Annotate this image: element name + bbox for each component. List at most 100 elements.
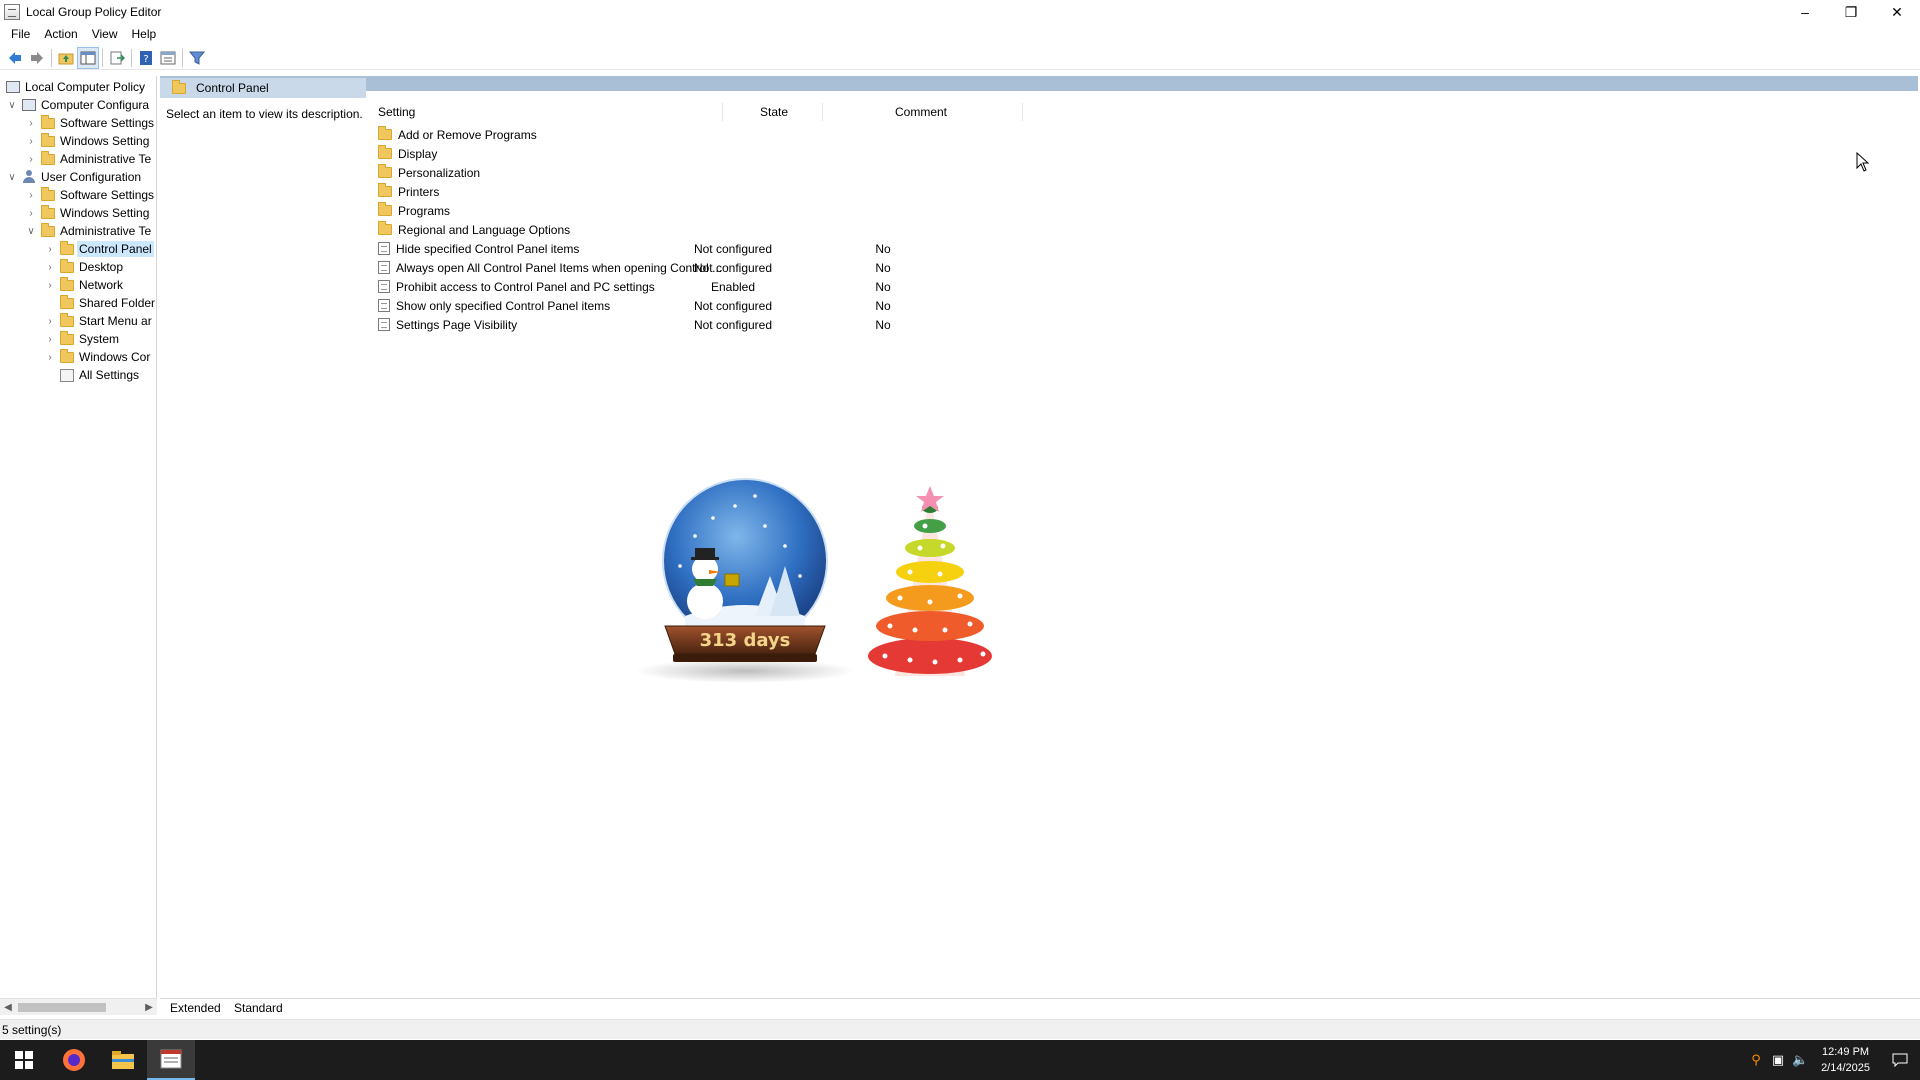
column-header-comment[interactable]: Comment: [895, 103, 947, 121]
tree-horizontal-scrollbar[interactable]: ◀ ▶: [0, 998, 157, 1015]
search-icon[interactable]: ⚲: [1745, 1040, 1767, 1080]
countdown-widget[interactable]: 313 days: [585, 466, 1005, 686]
chevron-right-icon[interactable]: ›: [44, 279, 56, 291]
help-button[interactable]: ?: [135, 47, 157, 69]
minimize-button[interactable]: –: [1782, 0, 1828, 24]
column-header-setting[interactable]: Setting: [378, 103, 415, 121]
list-item-folder[interactable]: Programs: [378, 201, 1178, 220]
policy-state: Not configured: [693, 298, 773, 313]
details-header: Control Panel: [160, 78, 366, 98]
policy-name: Always open All Control Panel Items when…: [396, 260, 723, 275]
list-item-folder[interactable]: Printers: [378, 182, 1178, 201]
chevron-right-icon[interactable]: ›: [44, 351, 56, 363]
policy-row[interactable]: Hide specified Control Panel items Not c…: [378, 239, 1178, 258]
tree-item-computer-configuration[interactable]: ∨ Computer Configura: [6, 96, 149, 114]
item-name: Printers: [398, 184, 440, 199]
chevron-right-icon[interactable]: ›: [25, 207, 37, 219]
tree-label: Computer Configura: [41, 98, 150, 112]
scroll-right-icon[interactable]: ▶: [141, 999, 157, 1016]
tree-item-cc-administrative-templates[interactable]: › Administrative Te: [25, 150, 151, 168]
chevron-right-icon[interactable]: ›: [44, 315, 56, 327]
tree-item-shared-folders[interactable]: Shared Folder: [60, 294, 155, 312]
system-tray: ⚲ ▣ 🔈 12:49 PM 2/14/2025: [1745, 1040, 1920, 1080]
tab-standard[interactable]: Standard: [228, 999, 289, 1016]
console-tree[interactable]: Local Computer Policy ∨ Computer Configu…: [0, 76, 157, 998]
tree-label: User Configuration: [41, 170, 142, 184]
policy-row[interactable]: Settings Page Visibility Not configured …: [378, 315, 1178, 334]
menu-action[interactable]: Action: [37, 24, 84, 44]
chevron-right-icon[interactable]: ›: [44, 261, 56, 273]
scroll-left-icon[interactable]: ◀: [0, 999, 16, 1016]
chevron-right-icon[interactable]: ›: [44, 333, 56, 345]
folder-icon: [60, 330, 74, 345]
export-list-button[interactable]: [106, 47, 128, 69]
menu-view[interactable]: View: [85, 24, 125, 44]
tree-item-all-settings[interactable]: All Settings: [60, 366, 139, 384]
scroll-thumb[interactable]: [18, 1003, 106, 1012]
chevron-right-icon[interactable]: ›: [25, 117, 37, 129]
tree-item-start-menu[interactable]: › Start Menu ar: [44, 312, 152, 330]
item-name: Programs: [398, 203, 451, 218]
close-button[interactable]: ✕: [1874, 0, 1920, 24]
properties-button[interactable]: [157, 47, 179, 69]
tree-item-uc-software-settings[interactable]: › Software Settings: [25, 186, 154, 204]
column-header-state[interactable]: State: [760, 103, 788, 121]
show-hide-console-tree-button[interactable]: [77, 46, 99, 69]
tree-item-windows-components[interactable]: › Windows Cor: [44, 348, 150, 366]
tree-item-uc-administrative-templates[interactable]: ∨ Administrative Te: [25, 222, 151, 240]
forward-button[interactable]: [26, 47, 48, 69]
volume-icon[interactable]: 🔈: [1789, 1040, 1811, 1080]
folder-icon: [378, 126, 392, 140]
column-separator[interactable]: [722, 103, 723, 121]
taskbar-firefox[interactable]: [50, 1040, 98, 1080]
tree-item-user-configuration[interactable]: ∨ User Configuration: [6, 168, 141, 186]
list-item-folder[interactable]: Regional and Language Options: [378, 220, 1178, 239]
taskbar-group-policy-editor[interactable]: [147, 1040, 195, 1080]
chevron-right-icon[interactable]: ›: [25, 153, 37, 165]
policy-icon: [6, 81, 20, 93]
mouse-cursor-icon: [1856, 152, 1870, 172]
notifications-button[interactable]: [1880, 1040, 1920, 1080]
tree-item-control-panel[interactable]: › Control Panel: [44, 240, 154, 258]
app-icon: [4, 4, 20, 20]
tree-item-system[interactable]: › System: [44, 330, 119, 348]
tree-item-uc-windows-settings[interactable]: › Windows Setting: [25, 204, 149, 222]
chevron-right-icon[interactable]: ›: [25, 135, 37, 147]
filter-button[interactable]: [186, 47, 208, 69]
chevron-down-icon[interactable]: ∨: [6, 171, 18, 183]
tree-item-local-computer-policy[interactable]: Local Computer Policy: [6, 78, 145, 96]
chevron-down-icon[interactable]: ∨: [6, 99, 18, 111]
menu-file[interactable]: File: [4, 24, 37, 44]
policy-row[interactable]: Always open All Control Panel Items when…: [378, 258, 1178, 277]
chevron-down-icon[interactable]: ∨: [25, 225, 37, 237]
toolbar-separator: [51, 48, 52, 67]
tree-item-cc-windows-settings[interactable]: › Windows Setting: [25, 132, 149, 150]
tree-label: Administrative Te: [60, 152, 152, 166]
tree-item-network[interactable]: › Network: [44, 276, 123, 294]
chevron-right-icon[interactable]: ›: [44, 243, 56, 255]
list-item-folder[interactable]: Personalization: [378, 163, 1178, 182]
tab-extended[interactable]: Extended: [164, 999, 227, 1016]
policy-row[interactable]: Prohibit access to Control Panel and PC …: [378, 277, 1178, 296]
policy-state: Enabled: [710, 279, 756, 294]
list-item-folder[interactable]: Display: [378, 144, 1178, 163]
column-separator[interactable]: [1022, 103, 1023, 121]
chevron-right-icon[interactable]: ›: [25, 189, 37, 201]
menu-help[interactable]: Help: [125, 24, 164, 44]
policy-row[interactable]: Show only specified Control Panel items …: [378, 296, 1178, 315]
start-button[interactable]: [0, 1040, 48, 1080]
clock[interactable]: 12:49 PM 2/14/2025: [1811, 1044, 1880, 1076]
item-name: Personalization: [398, 165, 481, 180]
network-icon[interactable]: ▣: [1767, 1040, 1789, 1080]
restore-button[interactable]: ❐: [1828, 0, 1874, 24]
properties-icon: [160, 51, 176, 64]
tree-item-desktop[interactable]: › Desktop: [44, 258, 123, 276]
back-button[interactable]: [4, 47, 26, 69]
policy-comment: No: [875, 279, 891, 294]
tree-item-cc-software-settings[interactable]: › Software Settings: [25, 114, 154, 132]
folder-icon: [60, 312, 74, 327]
up-one-level-button[interactable]: [55, 47, 77, 69]
list-item-folder[interactable]: Add or Remove Programs: [378, 125, 1178, 144]
taskbar-file-explorer[interactable]: [99, 1040, 147, 1080]
column-separator[interactable]: [822, 103, 823, 121]
